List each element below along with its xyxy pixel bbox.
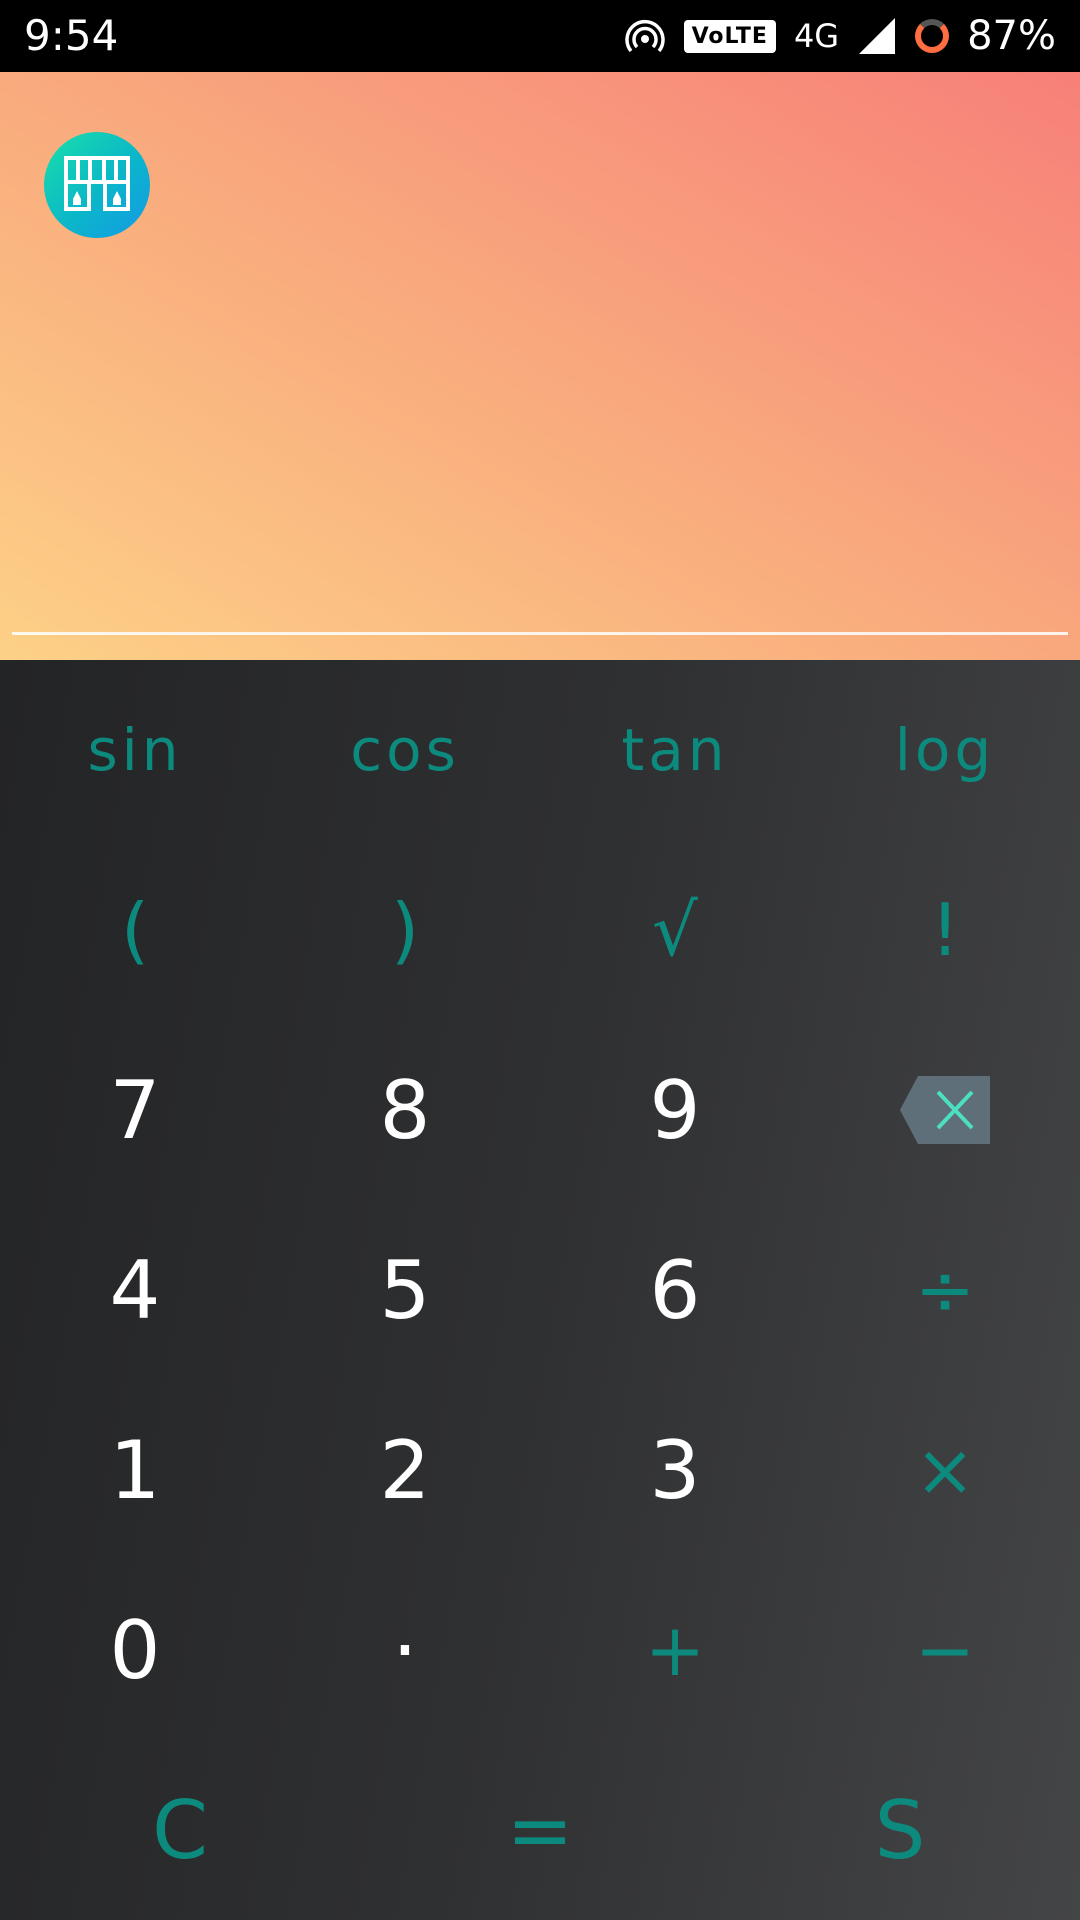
digit-0-button[interactable]: 0 (0, 1560, 270, 1740)
open-paren-button[interactable]: ( (0, 840, 270, 1020)
status-icons: VoLTE 4G 87% (624, 0, 1056, 72)
network-type: 4G (793, 17, 840, 55)
digit-7-button[interactable]: 7 (0, 1020, 270, 1200)
divide-button[interactable]: ÷ (810, 1200, 1080, 1380)
digit-5-button[interactable]: 5 (270, 1200, 540, 1380)
log-button[interactable]: log (810, 660, 1080, 840)
display-divider (12, 632, 1068, 635)
backspace-icon (900, 1076, 990, 1144)
cos-button[interactable]: cos (270, 660, 540, 840)
digit-4-button[interactable]: 4 (0, 1200, 270, 1380)
signal-icon (859, 18, 896, 54)
store-icon[interactable] (44, 132, 150, 238)
close-paren-button[interactable]: ) (270, 840, 540, 1020)
battery-percent: 87% (967, 13, 1056, 59)
digit-2-button[interactable]: 2 (270, 1380, 540, 1560)
volte-badge: VoLTE (683, 19, 776, 53)
keypad: sin cos tan log ( ) √ ! 7 8 9 4 5 6 ÷ 1 … (0, 660, 1080, 1920)
calculator-display (0, 72, 1080, 660)
digit-1-button[interactable]: 1 (0, 1380, 270, 1560)
sqrt-button[interactable]: √ (540, 840, 810, 1020)
minus-button[interactable]: − (810, 1560, 1080, 1740)
clear-button[interactable]: C (45, 1740, 315, 1920)
tan-button[interactable]: tan (540, 660, 810, 840)
s-button[interactable]: S (765, 1740, 1035, 1920)
plus-button[interactable]: + (540, 1560, 810, 1740)
hotspot-icon (624, 20, 665, 53)
decimal-point-button[interactable]: · (270, 1560, 540, 1740)
status-bar: 9:54 VoLTE 4G 87% (0, 0, 1080, 72)
battery-icon (915, 19, 950, 53)
backspace-button[interactable] (810, 1020, 1080, 1200)
sin-button[interactable]: sin (0, 660, 270, 840)
status-time: 9:54 (24, 11, 119, 60)
digit-6-button[interactable]: 6 (540, 1200, 810, 1380)
digit-3-button[interactable]: 3 (540, 1380, 810, 1560)
factorial-button[interactable]: ! (810, 840, 1080, 1020)
equals-button[interactable]: = (405, 1740, 675, 1920)
digit-8-button[interactable]: 8 (270, 1020, 540, 1200)
multiply-button[interactable]: × (810, 1380, 1080, 1560)
digit-9-button[interactable]: 9 (540, 1020, 810, 1200)
